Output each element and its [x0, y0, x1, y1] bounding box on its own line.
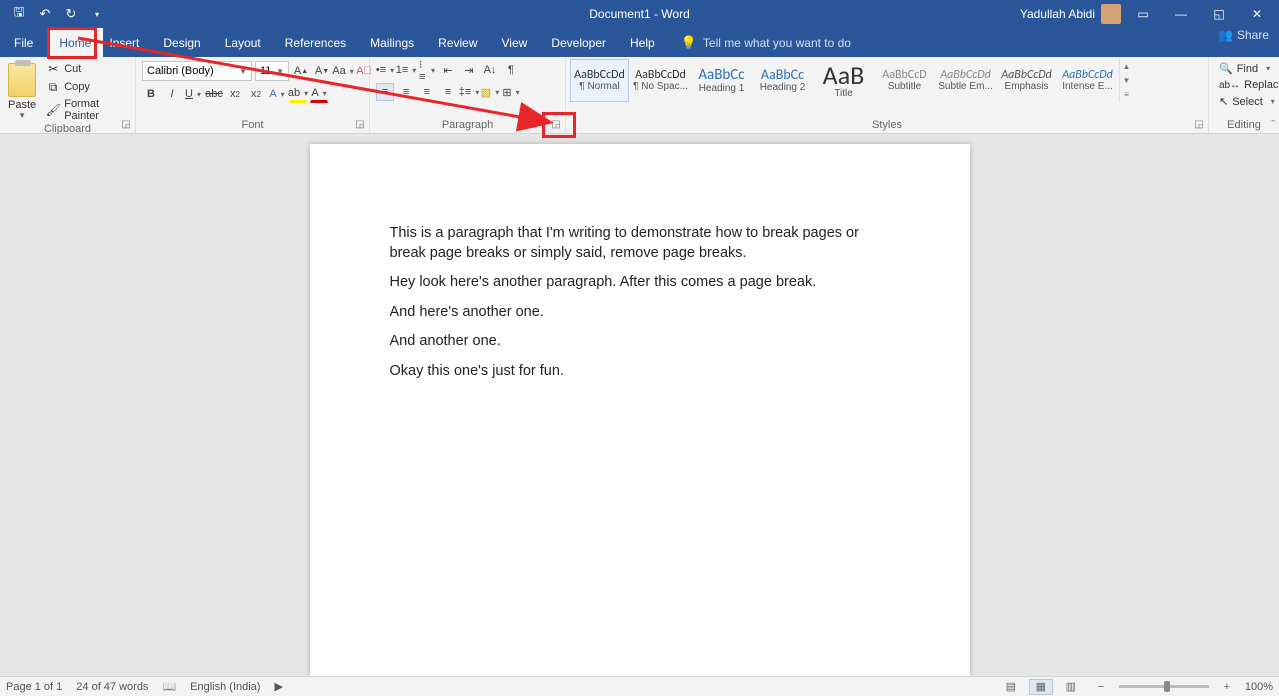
avatar[interactable] [1101, 4, 1121, 24]
styles-more-button[interactable]: ≡ [1120, 88, 1133, 102]
tab-file[interactable]: File [0, 28, 47, 57]
document-title: Document1 - Word [589, 7, 689, 21]
replace-icon: ab↔ [1219, 80, 1240, 91]
style-preview: AaBbCcDd [1062, 69, 1113, 81]
scissors-icon: ✂ [46, 62, 60, 76]
chevron-down-icon: ▾ [1266, 64, 1270, 73]
collapse-ribbon-button[interactable]: ˇ [1271, 119, 1275, 131]
style-item[interactable]: AaBbCcDdIntense E... [1058, 59, 1117, 102]
document-page[interactable]: This is a paragraph that I'm writing to … [310, 144, 970, 676]
quick-access-toolbar: 🖫 ↶ ↻ ▾ [0, 3, 108, 25]
style-item[interactable]: AaBbCcHeading 2 [753, 59, 812, 102]
replace-button[interactable]: ab↔Replace [1217, 78, 1279, 92]
read-mode-button[interactable]: ▤ [999, 679, 1023, 695]
macro-icon[interactable]: ▶ [274, 680, 282, 693]
style-item[interactable]: AaBbCcHeading 1 [692, 59, 751, 102]
styles-launcher[interactable]: ◲ [1192, 117, 1206, 131]
paragraph[interactable]: And another one. [390, 332, 890, 352]
tell-me-search[interactable]: 💡 Tell me what you want to do [681, 28, 851, 57]
style-preview: AaBbCcDd [574, 69, 625, 81]
paste-label: Paste [8, 99, 36, 111]
chevron-down-icon: ▾ [1271, 97, 1275, 106]
paragraph[interactable]: This is a paragraph that I'm writing to … [390, 224, 890, 263]
style-label: Heading 2 [760, 82, 806, 93]
style-preview: AaBbCcDd [1001, 69, 1052, 81]
style-label: Title [834, 88, 853, 99]
close-button[interactable]: ✕ [1241, 3, 1273, 25]
style-item[interactable]: AaBbCcDdEmphasis [997, 59, 1056, 102]
ribbon-display-options-button[interactable]: ▭ [1127, 3, 1159, 25]
style-item[interactable]: AaBbCcDSubtitle [875, 59, 934, 102]
style-item[interactable]: AaBbCcDdSubtle Em... [936, 59, 995, 102]
share-button[interactable]: 👥 Share [1218, 28, 1269, 42]
title-bar: 🖫 ↶ ↻ ▾ Document1 - Word Yadullah Abidi … [0, 0, 1279, 28]
redo-button[interactable]: ↻ [60, 3, 82, 25]
styles-scroll-down[interactable]: ▼ [1120, 73, 1133, 87]
paragraph[interactable]: Hey look here's another paragraph. After… [390, 273, 890, 293]
tell-me-label: Tell me what you want to do [703, 36, 851, 50]
web-layout-button[interactable]: ▥ [1059, 679, 1083, 695]
print-layout-button[interactable]: ▦ [1029, 679, 1053, 695]
style-preview: AaBbCc [698, 68, 744, 83]
style-label: ¶ No Spac... [633, 81, 688, 92]
undo-button[interactable]: ↶ [34, 3, 56, 25]
tab-help[interactable]: Help [618, 28, 667, 57]
group-editing: 🔍Find▾ ab↔Replace ↖Select▾ Editing [1209, 57, 1279, 133]
qat-customize-button[interactable]: ▾ [86, 3, 108, 25]
style-preview: AaBbCcD [882, 69, 926, 81]
share-label: Share [1237, 28, 1269, 42]
zoom-in-button[interactable]: + [1215, 679, 1239, 695]
paragraph[interactable]: And here's another one. [390, 303, 890, 323]
spellcheck-icon[interactable]: 📖 [162, 680, 176, 693]
status-bar: Page 1 of 1 24 of 47 words 📖 English (In… [0, 676, 1279, 696]
style-label: Heading 1 [699, 83, 745, 94]
annotation-arrow [70, 30, 580, 140]
minimize-button[interactable]: — [1165, 3, 1197, 25]
word-count[interactable]: 24 of 47 words [76, 681, 148, 693]
share-icon: 👥 [1218, 28, 1233, 42]
chevron-down-icon: ▼ [18, 111, 26, 120]
style-preview: AaBbCcDd [635, 69, 686, 81]
maximize-button[interactable]: ◱ [1203, 3, 1235, 25]
paintbrush-icon: 🖌 [46, 103, 60, 117]
group-label-styles: Styles [566, 119, 1208, 133]
language-indicator[interactable]: English (India) [190, 681, 260, 693]
copy-icon: ⧉ [46, 80, 60, 94]
style-item[interactable]: AaBbCcDd¶ No Spac... [631, 59, 690, 102]
paste-button[interactable]: Paste ▼ [6, 61, 38, 120]
zoom-out-button[interactable]: − [1089, 679, 1113, 695]
lightbulb-icon: 💡 [681, 35, 697, 51]
document-area: This is a paragraph that I'm writing to … [0, 134, 1279, 676]
search-icon: 🔍 [1219, 62, 1233, 75]
paragraph[interactable]: Okay this one's just for fun. [390, 362, 890, 382]
style-preview: AaBbCc [761, 68, 804, 82]
find-button[interactable]: 🔍Find▾ [1217, 61, 1272, 76]
group-styles: AaBbCcDd¶ NormalAaBbCcDd¶ No Spac...AaBb… [566, 57, 1209, 133]
style-label: Subtle Em... [938, 81, 992, 92]
cursor-icon: ↖ [1219, 95, 1228, 108]
styles-scroll-up[interactable]: ▲ [1120, 59, 1133, 73]
style-preview: AaB [823, 62, 865, 88]
paste-icon [8, 63, 36, 97]
select-button[interactable]: ↖Select▾ [1217, 94, 1277, 109]
style-item[interactable]: AaBTitle [814, 59, 873, 102]
style-label: ¶ Normal [579, 81, 619, 92]
styles-scroll: ▲▼≡ [1119, 59, 1133, 102]
style-label: Emphasis [1005, 81, 1049, 92]
style-label: Subtitle [888, 81, 921, 92]
user-name: Yadullah Abidi [1020, 7, 1095, 21]
page-indicator[interactable]: Page 1 of 1 [6, 681, 62, 693]
style-preview: AaBbCcDd [940, 69, 991, 81]
group-label-editing: Editing [1209, 119, 1279, 133]
zoom-slider[interactable] [1119, 685, 1209, 688]
save-button[interactable]: 🖫 [8, 3, 30, 25]
zoom-level[interactable]: 100% [1245, 681, 1273, 693]
style-label: Intense E... [1062, 81, 1113, 92]
